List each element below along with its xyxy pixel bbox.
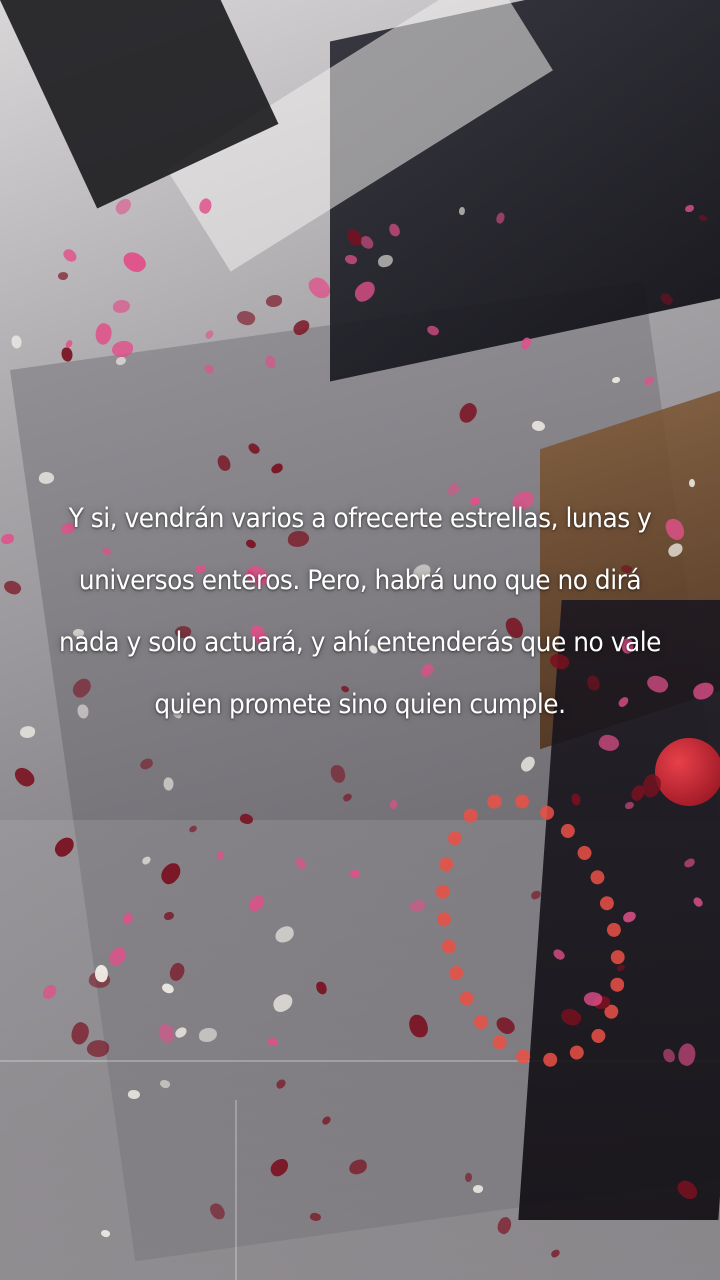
caption-text: Y si, vendrán varios a ofrecerte estrell… [59,503,661,720]
rose-petal [19,725,36,739]
rose-petal [112,299,131,314]
rose-petal [92,321,115,347]
rose-petal [1,577,24,598]
rose-petal [11,335,22,349]
rose-petal [265,294,283,308]
rose-petal [0,533,15,545]
rose-petal [571,793,581,806]
rose-petal [119,247,150,277]
floor-tile-line [235,1100,237,1280]
rose-petal [203,328,216,341]
rose-petal [234,307,258,329]
photo-background: Y si, vendrán varios a ofrecerte estrell… [0,0,720,1280]
red-balloon [655,738,720,806]
rose-petal [61,347,73,362]
rose-petal [11,763,38,791]
rose-petal [61,246,79,265]
rose-petal [57,271,69,281]
